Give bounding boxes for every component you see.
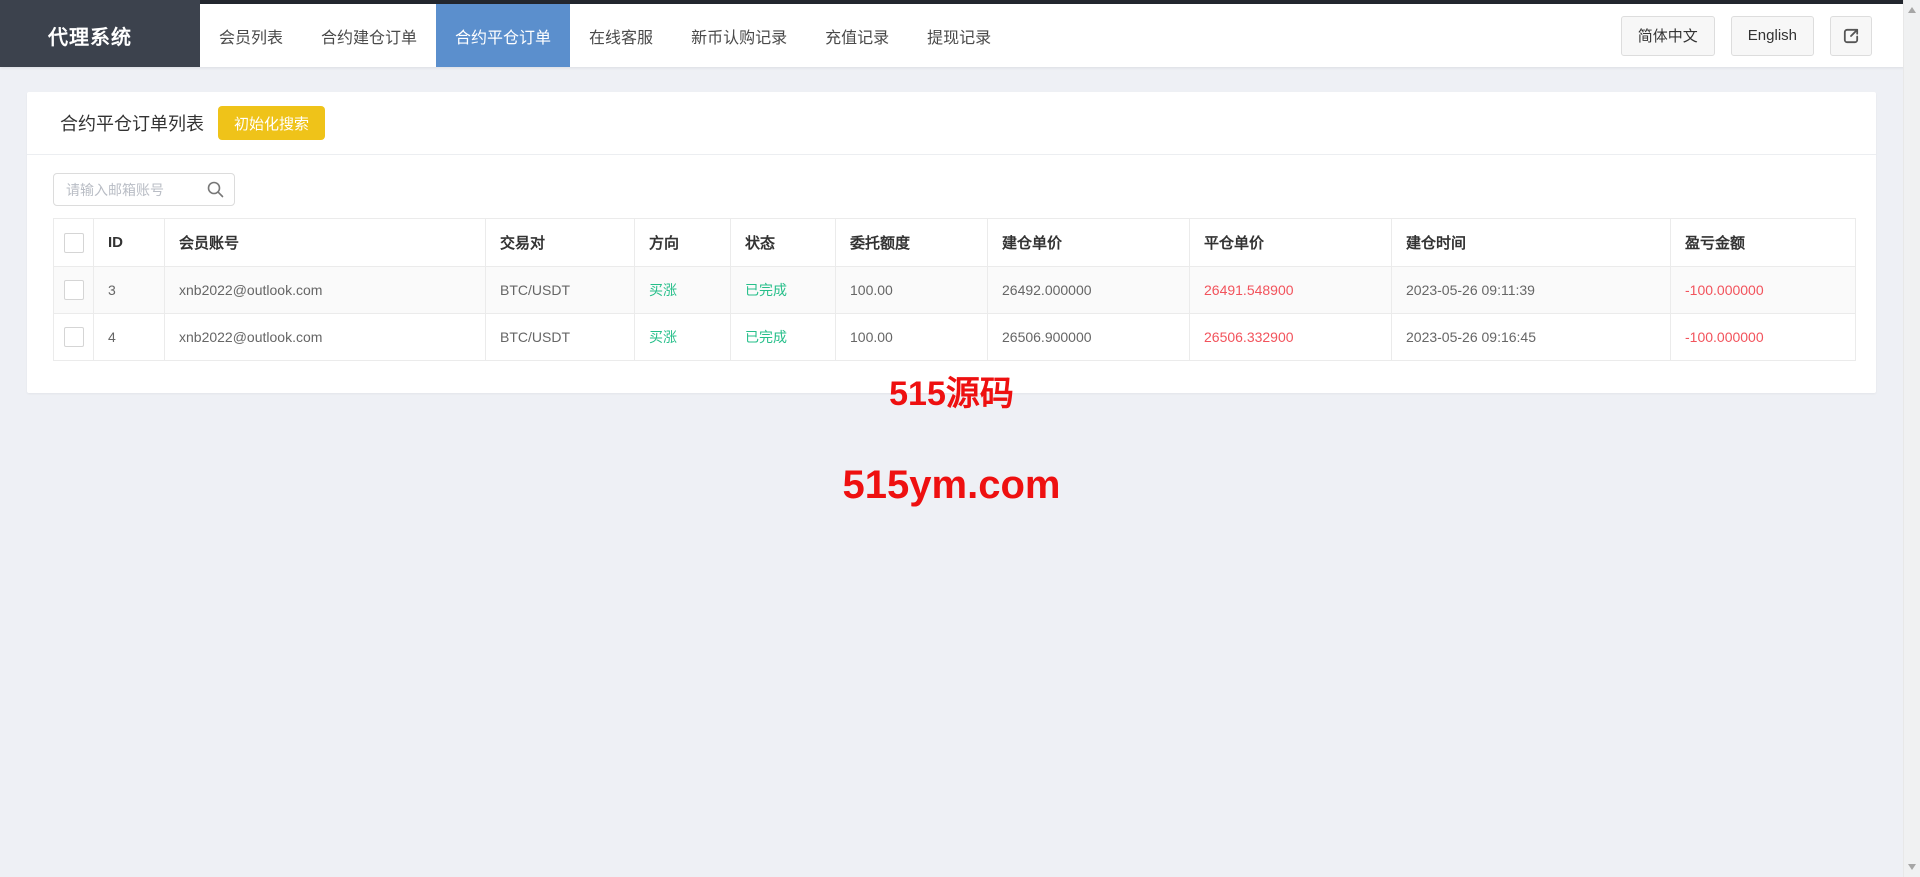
search-box xyxy=(53,173,235,206)
cell-status: 已完成 xyxy=(730,313,836,361)
brand-logo: 代理系统 xyxy=(0,0,200,67)
orders-table: ID 会员账号 交易对 方向 状态 委托额度 建仓单价 平仓单价 建仓时间 盈亏… xyxy=(53,218,1856,361)
scrollbar-up-arrow-icon[interactable] xyxy=(1908,7,1916,13)
row-checkbox[interactable] xyxy=(63,327,84,347)
nav-tab-contract-close-orders[interactable]: 合约平仓订单 xyxy=(436,4,571,67)
cell-direction: 买涨 xyxy=(634,313,731,361)
col-header-open-time: 建仓时间 xyxy=(1391,218,1671,267)
page-scrollbar[interactable] xyxy=(1903,0,1920,877)
orders-table-wrap: ID 会员账号 交易对 方向 状态 委托额度 建仓单价 平仓单价 建仓时间 盈亏… xyxy=(27,218,1876,393)
cell-id: 3 xyxy=(93,266,165,314)
search-row xyxy=(27,155,1876,218)
watermark-line2: 515ym.com xyxy=(842,463,1061,507)
cell-profit: -100.000000 xyxy=(1670,266,1856,314)
logout-export-icon xyxy=(1842,27,1860,45)
nav-tabs: 会员列表 合约建仓订单 合约平仓订单 在线客服 新币认购记录 充值记录 提现记录 xyxy=(200,4,1010,67)
col-header-open-price: 建仓单价 xyxy=(987,218,1190,267)
logout-button[interactable] xyxy=(1830,15,1872,56)
cell-open-time: 2023-05-26 09:16:45 xyxy=(1391,313,1671,361)
cell-amount: 100.00 xyxy=(835,313,988,361)
cell-status: 已完成 xyxy=(730,266,836,314)
table-header-row: ID 会员账号 交易对 方向 状态 委托额度 建仓单价 平仓单价 建仓时间 盈亏… xyxy=(53,218,1856,267)
search-icon[interactable] xyxy=(206,180,225,199)
cell-id: 4 xyxy=(93,313,165,361)
nav-tab-deposit-records[interactable]: 充值记录 xyxy=(806,4,908,67)
select-all-checkbox[interactable] xyxy=(63,232,84,253)
cell-pair: BTC/USDT xyxy=(485,313,635,361)
row-checkbox[interactable] xyxy=(63,280,84,300)
nav-tab-new-coin-subscriptions[interactable]: 新币认购记录 xyxy=(672,4,806,67)
lang-zh-button[interactable]: 简体中文 xyxy=(1620,15,1715,56)
page-title: 合约平仓订单列表 xyxy=(60,114,204,134)
orders-card: 合约平仓订单列表 初始化搜索 ID xyxy=(27,92,1876,393)
nav-tab-member-list[interactable]: 会员列表 xyxy=(200,4,302,67)
lang-en-button[interactable]: English xyxy=(1730,15,1814,56)
init-search-button[interactable]: 初始化搜索 xyxy=(218,106,326,140)
scrollbar-down-arrow-icon[interactable] xyxy=(1908,864,1916,870)
navbar: 代理系统 会员列表 合约建仓订单 合约平仓订单 在线客服 新币认购记录 充值记录… xyxy=(0,0,1920,67)
col-header-amount: 委托额度 xyxy=(835,218,988,267)
nav-tab-withdraw-records[interactable]: 提现记录 xyxy=(908,4,1010,67)
cell-close-price: 26491.548900 xyxy=(1189,266,1392,314)
card-header: 合约平仓订单列表 初始化搜索 xyxy=(27,92,1876,155)
col-header-account: 会员账号 xyxy=(164,218,486,267)
cell-amount: 100.00 xyxy=(835,266,988,314)
cell-pair: BTC/USDT xyxy=(485,266,635,314)
col-header-id: ID xyxy=(93,218,165,267)
cell-profit: -100.000000 xyxy=(1670,313,1856,361)
cell-open-price: 26506.900000 xyxy=(987,313,1190,361)
cell-open-time: 2023-05-26 09:11:39 xyxy=(1391,266,1671,314)
table-row: 4 xnb2022@outlook.com BTC/USDT 买涨 已完成 10… xyxy=(53,313,1856,361)
col-header-pair: 交易对 xyxy=(485,218,635,267)
col-header-close-price: 平仓单价 xyxy=(1189,218,1392,267)
col-header-profit: 盈亏金额 xyxy=(1670,218,1856,267)
col-header-status: 状态 xyxy=(730,218,836,267)
navbar-right: 简体中文 English xyxy=(1620,4,1872,67)
table-row: 3 xnb2022@outlook.com BTC/USDT 买涨 已完成 10… xyxy=(53,266,1856,314)
cell-account: xnb2022@outlook.com xyxy=(164,313,486,361)
col-header-direction: 方向 xyxy=(634,218,731,267)
cell-direction: 买涨 xyxy=(634,266,731,314)
cell-open-price: 26492.000000 xyxy=(987,266,1190,314)
cell-account: xnb2022@outlook.com xyxy=(164,266,486,314)
cell-close-price: 26506.332900 xyxy=(1189,313,1392,361)
nav-tab-contract-open-orders[interactable]: 合约建仓订单 xyxy=(302,4,436,67)
nav-tab-online-service[interactable]: 在线客服 xyxy=(570,4,672,67)
